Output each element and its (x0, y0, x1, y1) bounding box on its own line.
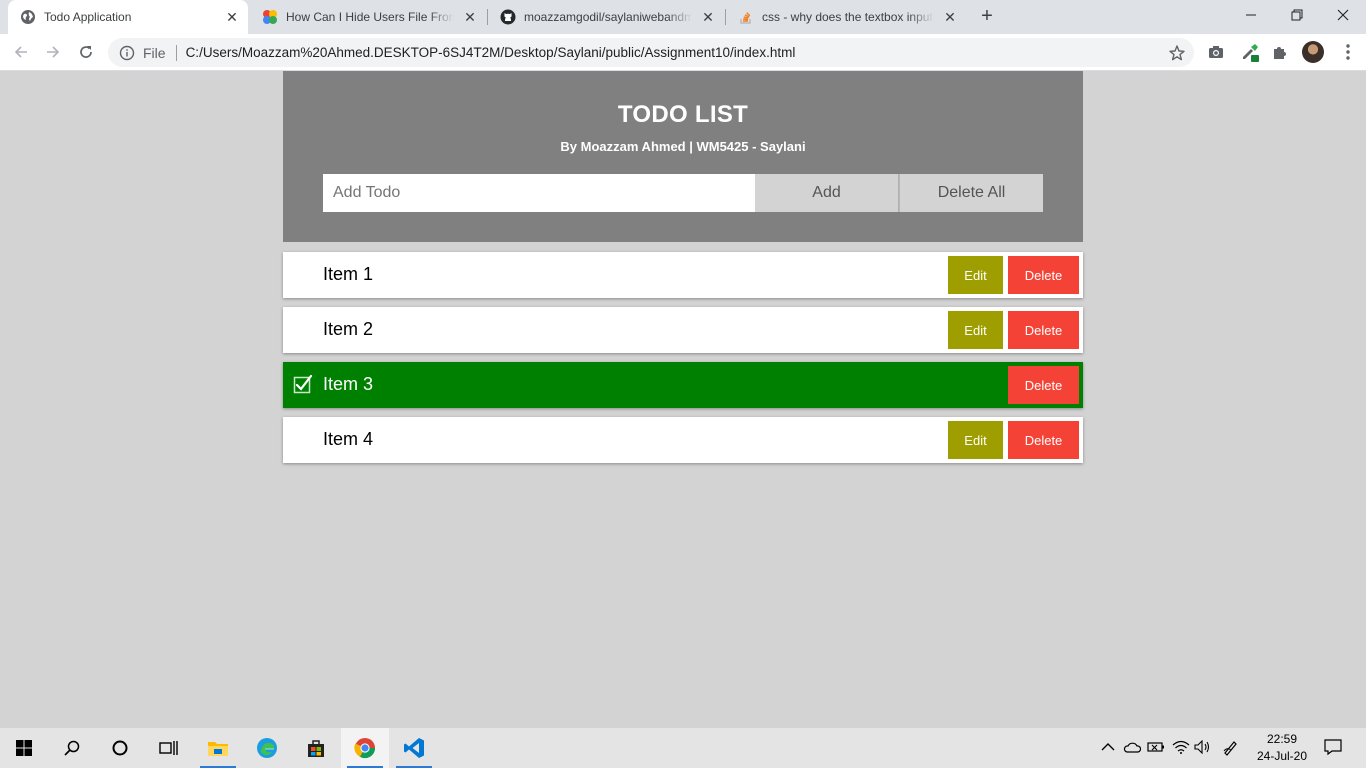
address-divider (175, 44, 177, 61)
tab-close-icon[interactable]: ✕ (222, 7, 242, 27)
task-view-icon[interactable] (144, 728, 192, 768)
tab-title: How Can I Hide Users File From C (286, 10, 454, 24)
volume-icon[interactable] (1194, 738, 1212, 756)
todo-item-label: Item 4 (323, 429, 374, 449)
edit-button[interactable]: Edit (948, 311, 1003, 349)
todo-item-completed[interactable]: Item 3 Delete (283, 362, 1083, 408)
windows-start-icon[interactable] (0, 728, 48, 768)
todo-item[interactable]: Item 1 Edit Delete (283, 252, 1083, 298)
tab-close-icon[interactable]: ✕ (940, 7, 960, 27)
delete-button[interactable]: Delete (1008, 311, 1079, 349)
forward-button[interactable] (41, 40, 65, 64)
todo-list: Item 1 Edit Delete Item 2 Edit Delete It… (283, 252, 1083, 463)
browser-toolbar: File C:/Users/Moazzam%20Ahmed.DESKTOP-6S… (0, 34, 1366, 71)
onedrive-icon[interactable] (1123, 738, 1141, 756)
close-icon (1337, 9, 1349, 21)
globe-icon (20, 9, 36, 25)
delete-button[interactable]: Delete (1008, 256, 1079, 294)
page-title: TODO LIST (617, 101, 749, 128)
windows-taskbar: 22:59 24-Jul-20 (0, 728, 1366, 768)
todo-item[interactable]: Item 2 Edit Delete (283, 307, 1083, 353)
delete-button[interactable]: Delete (1008, 366, 1079, 404)
chrome-icon[interactable] (341, 728, 389, 768)
delete-all-button[interactable]: Delete All (899, 174, 1043, 212)
todo-item-label: Item 1 (323, 264, 374, 284)
vscode-icon[interactable] (390, 728, 438, 768)
restore-button[interactable] (1274, 0, 1320, 30)
clock-time: 22:59 (1266, 732, 1298, 746)
info-icon[interactable] (119, 45, 135, 61)
tab-github-repo[interactable]: moazzamgodil/saylaniwebandmo ✕ (488, 0, 724, 34)
todo-header: TODO LIST By Moazzam Ahmed | WM5425 - Sa… (283, 71, 1083, 242)
clock-date: 24-Jul-20 (1256, 749, 1308, 763)
pen-workspace-icon[interactable] (1222, 738, 1240, 756)
stackoverflow-icon (738, 9, 754, 25)
tab-close-icon[interactable]: ✕ (698, 7, 718, 27)
notifications-icon[interactable] (1324, 738, 1342, 756)
multicolor-dots-icon (262, 9, 278, 25)
delete-button[interactable]: Delete (1008, 421, 1079, 459)
browser-tab-strip: Todo Application ✕ How Can I Hide Users … (0, 0, 1366, 34)
reload-button[interactable] (74, 40, 98, 64)
tab-todo-application[interactable]: Todo Application ✕ (8, 0, 248, 34)
edit-button[interactable]: Edit (948, 256, 1003, 294)
camera-icon[interactable] (1206, 42, 1226, 62)
search-icon[interactable] (48, 728, 96, 768)
forward-arrow-icon (47, 46, 60, 58)
file-explorer-icon[interactable] (194, 728, 242, 768)
tab-hide-users-file[interactable]: How Can I Hide Users File From C ✕ (250, 0, 486, 34)
minimize-button[interactable] (1228, 0, 1274, 30)
profile-avatar[interactable] (1302, 41, 1324, 63)
todo-input[interactable] (323, 174, 755, 212)
store-icon[interactable] (292, 728, 340, 768)
url-text[interactable]: C:/Users/Moazzam%20Ahmed.DESKTOP-6SJ4T2M… (186, 45, 796, 60)
tab-title: css - why does the textbox input (762, 10, 933, 24)
minimize-icon (1246, 14, 1256, 16)
edge-icon[interactable] (243, 728, 291, 768)
edit-button[interactable]: Edit (948, 421, 1003, 459)
menu-kebab-icon[interactable] (1338, 42, 1358, 62)
cortana-icon[interactable] (96, 728, 144, 768)
extensions-puzzle-icon[interactable] (1270, 42, 1290, 62)
tab-stackoverflow[interactable]: css - why does the textbox input ✕ (726, 0, 966, 34)
add-button[interactable]: Add (755, 174, 899, 212)
reload-icon (80, 46, 92, 58)
checkmark-icon (293, 374, 313, 394)
github-icon (500, 9, 516, 25)
todo-item[interactable]: Item 4 Edit Delete (283, 417, 1083, 463)
back-arrow-icon (14, 46, 27, 58)
restore-icon (1291, 9, 1303, 21)
new-tab-button[interactable]: + (976, 6, 998, 28)
tab-title: Todo Application (44, 10, 132, 24)
scheme-label: File (143, 44, 166, 61)
todo-item-label: Item 2 (323, 319, 374, 339)
tab-close-icon[interactable]: ✕ (460, 7, 480, 27)
eyedropper-extension-icon[interactable] (1240, 42, 1260, 62)
todo-item-label: Item 3 (323, 374, 374, 394)
wifi-icon[interactable] (1172, 738, 1190, 756)
close-window-button[interactable] (1320, 0, 1366, 30)
taskbar-clock[interactable]: 22:59 24-Jul-20 (1252, 731, 1312, 765)
battery-icon[interactable] (1147, 738, 1165, 756)
todo-app: TODO LIST By Moazzam Ahmed | WM5425 - Sa… (283, 71, 1083, 472)
bookmark-star-icon[interactable] (1168, 44, 1186, 62)
address-bar[interactable]: File C:/Users/Moazzam%20Ahmed.DESKTOP-6S… (108, 38, 1194, 67)
add-todo-form: Add Delete All (323, 174, 1043, 212)
tab-title: moazzamgodil/saylaniwebandmo (524, 10, 692, 24)
back-button[interactable] (9, 40, 33, 64)
chevron-up-icon[interactable] (1099, 738, 1117, 756)
page-subtitle: By Moazzam Ahmed | WM5425 - Saylani (560, 139, 806, 154)
